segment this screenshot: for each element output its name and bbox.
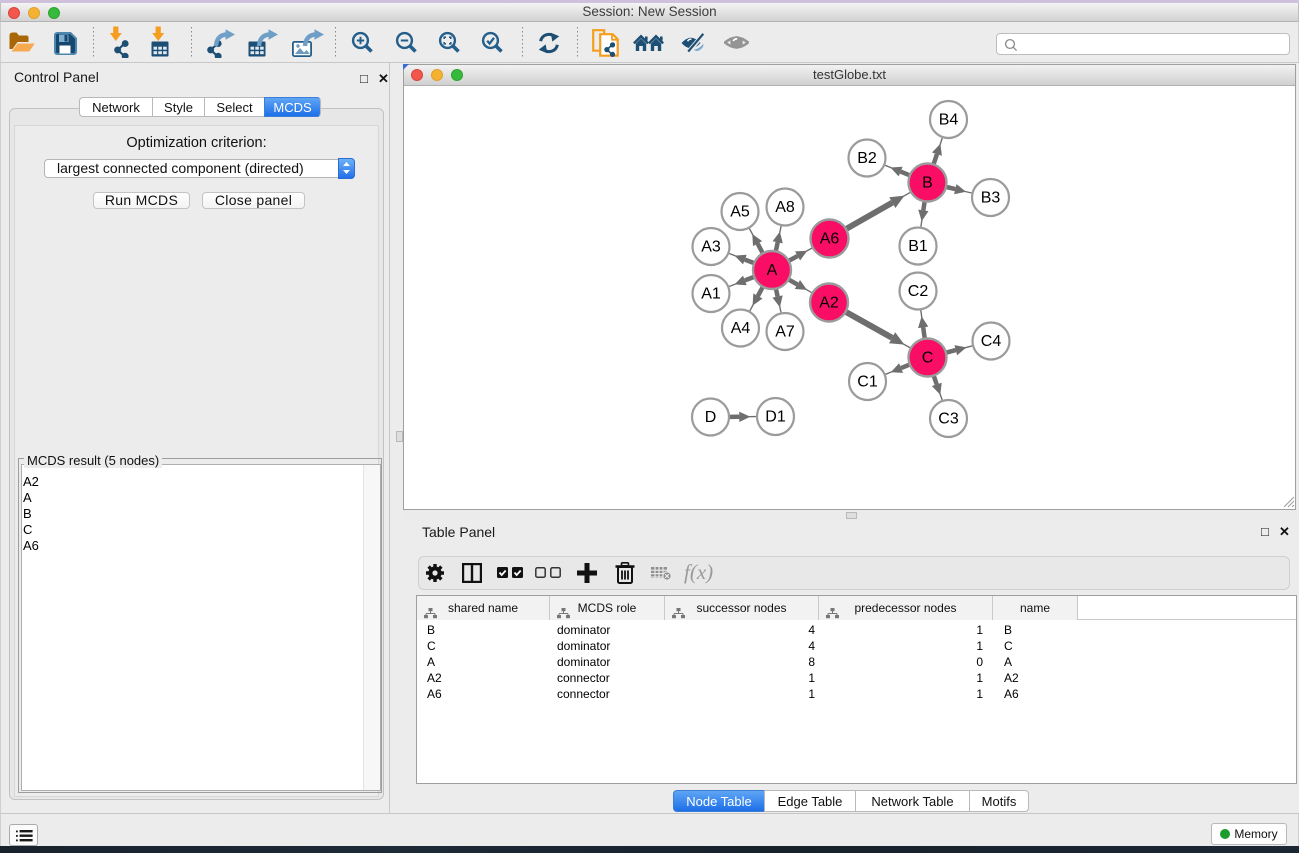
svg-text:D: D	[705, 409, 717, 426]
svg-text:A4: A4	[731, 320, 751, 337]
svg-text:B3: B3	[981, 190, 1001, 207]
svg-text:A6: A6	[820, 231, 840, 248]
svg-text:C3: C3	[938, 411, 959, 428]
svg-text:A8: A8	[775, 199, 795, 216]
svg-text:C4: C4	[981, 333, 1002, 350]
svg-text:C1: C1	[857, 374, 878, 391]
svg-text:C2: C2	[908, 283, 929, 300]
svg-text:A5: A5	[730, 204, 750, 221]
svg-text:B4: B4	[939, 112, 959, 129]
svg-text:B1: B1	[908, 238, 928, 255]
svg-text:D1: D1	[765, 409, 786, 426]
svg-text:A3: A3	[701, 239, 721, 256]
svg-text:A2: A2	[819, 295, 839, 312]
svg-text:B2: B2	[857, 150, 877, 167]
svg-text:C: C	[922, 350, 934, 367]
svg-text:A: A	[767, 262, 778, 279]
svg-text:A7: A7	[775, 324, 795, 341]
svg-text:B: B	[922, 175, 933, 192]
svg-text:A1: A1	[701, 286, 721, 303]
